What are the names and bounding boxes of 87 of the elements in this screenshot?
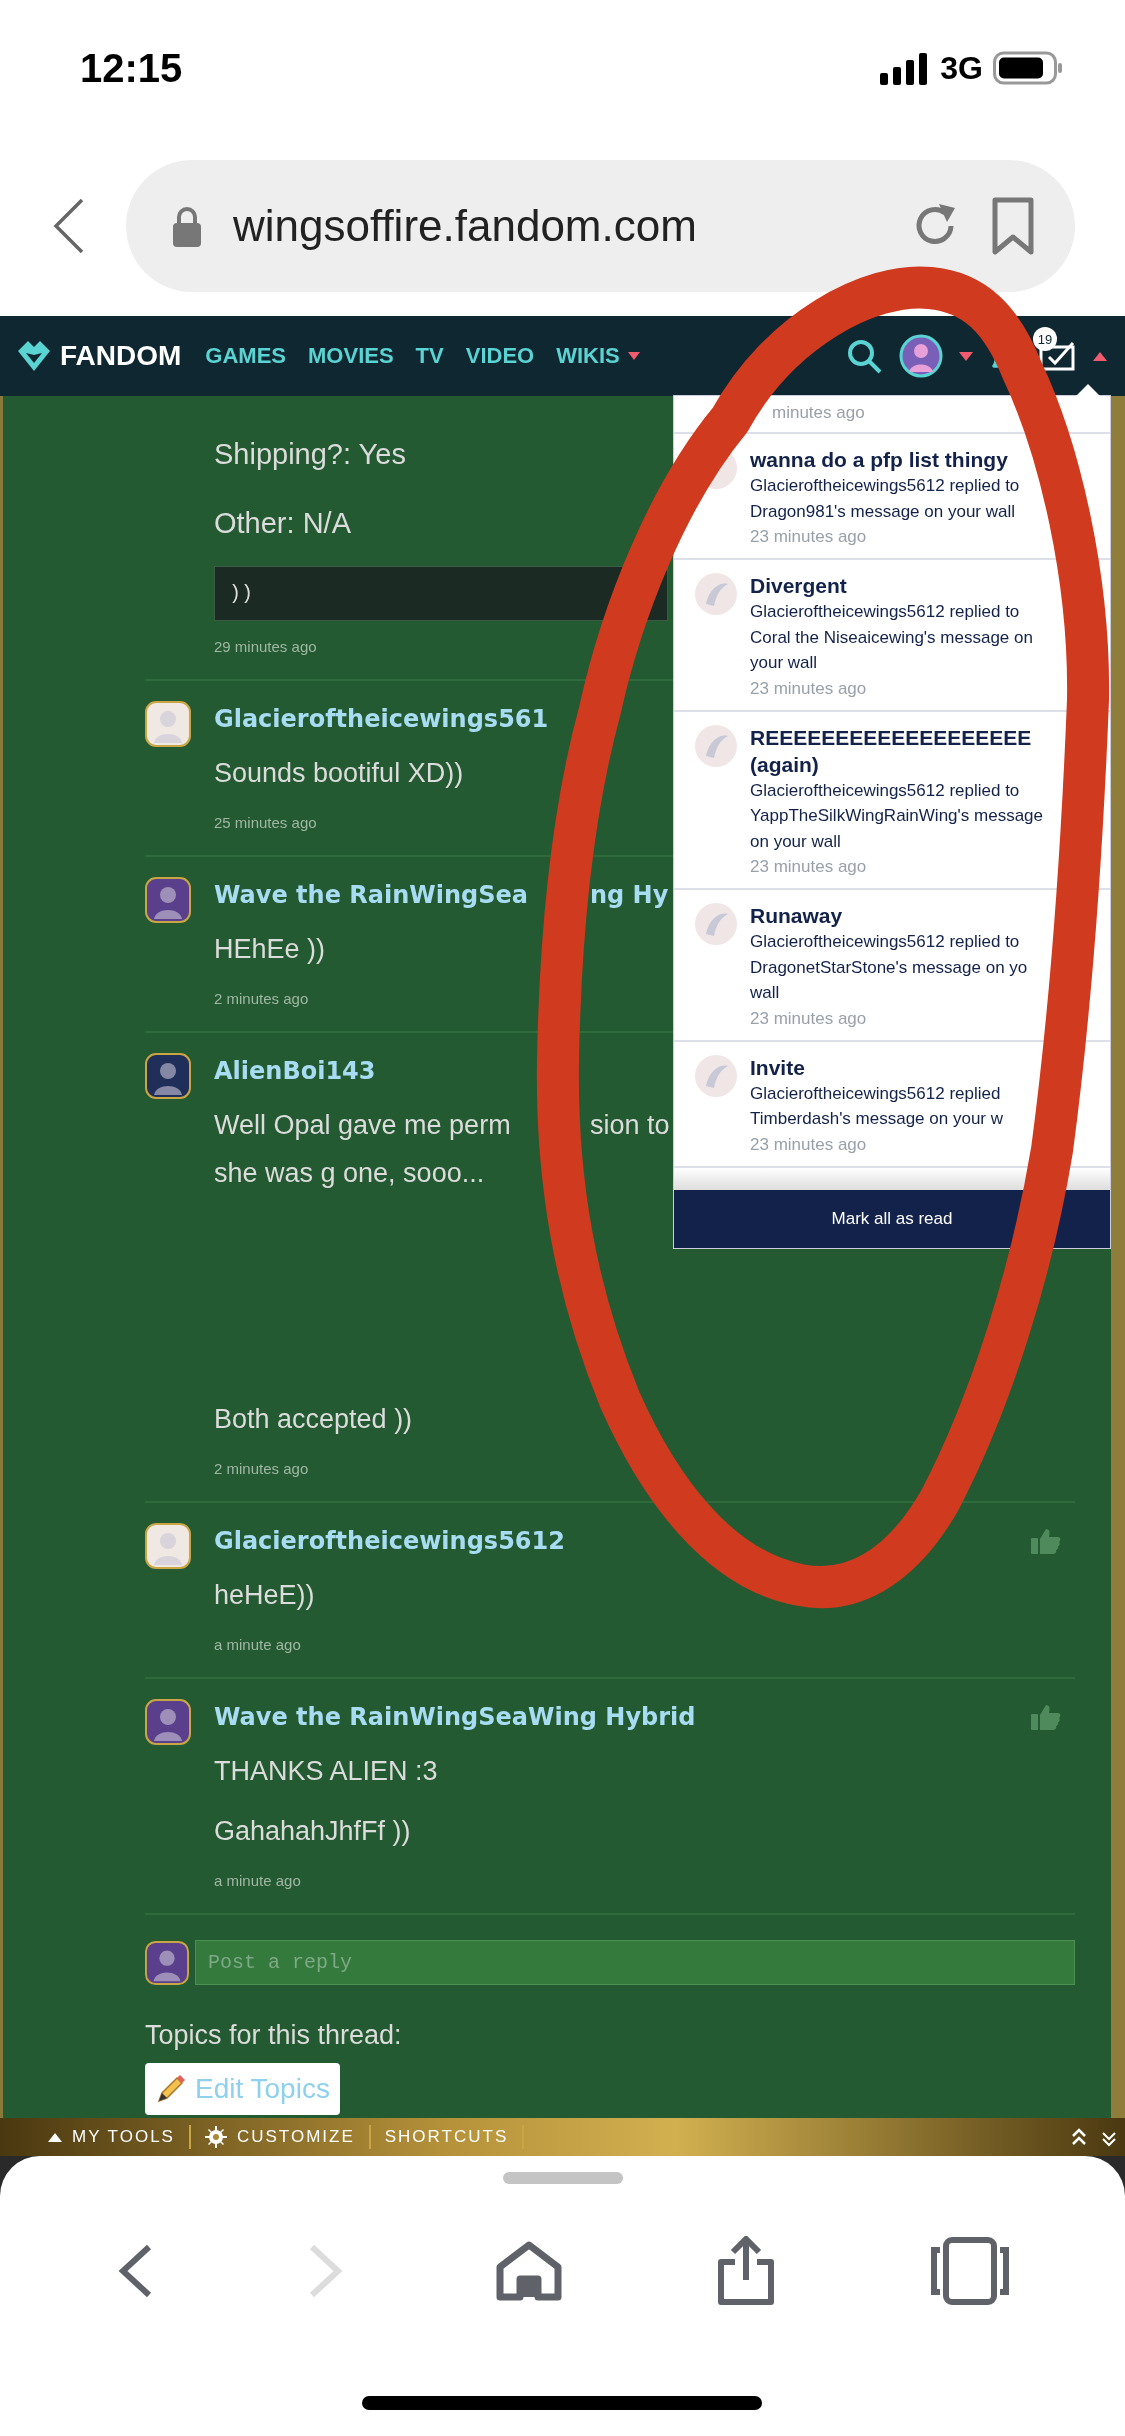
notification-text: YappTheSilkWingRainWing's message <box>750 805 1044 827</box>
notification-text: wall <box>750 982 781 1004</box>
notification-item[interactable]: REEEEEEEEEEEEEEEEEEE (again) Glacieroftheicewings5612 replied to YappTheSilkWingRainWing's message on your wall 23 minutes ago <box>674 711 1110 890</box>
post-text: GahahahJhfFf )) <box>214 1816 411 1846</box>
toolbar-button[interactable]: MY TOOLS <box>34 2125 191 2149</box>
post-text: Sounds bootiful XD)) <box>214 758 464 788</box>
bookmark-icon[interactable] <box>991 197 1035 255</box>
timestamp: 2 minutes ago <box>214 989 309 1009</box>
notification-title: wanna do a pfp list thingy <box>750 447 1009 473</box>
post-text: Both accepted )) <box>214 1404 413 1434</box>
post-text: Other: N/A <box>214 506 351 541</box>
logo-text[interactable]: FANDOM <box>60 340 182 372</box>
battery-icon <box>993 51 1063 85</box>
timestamp: a minute ago <box>214 1871 301 1891</box>
post-text: Well Opal gave me perm <box>214 1110 511 1140</box>
notification-title: Invite <box>750 1054 806 1081</box>
code-block: )) <box>214 566 668 621</box>
post-text: HEhEe )) <box>214 934 326 964</box>
caret-icon <box>627 352 640 360</box>
home-icon[interactable] <box>494 2241 565 2301</box>
topics-label: Topics for this thread: <box>145 2019 403 2052</box>
nav-link[interactable]: GAMES <box>205 343 286 369</box>
pencil-icon <box>155 2073 187 2105</box>
notification-text: Glacieroftheicewings5612 replied to <box>750 779 1021 802</box>
avatar <box>694 723 738 768</box>
notification-text: Timberdash's message on your w <box>750 1108 1004 1130</box>
timestamp: 23 minutes ago <box>750 677 868 700</box>
lock-icon <box>171 204 203 248</box>
notification-text: on your wall <box>750 830 842 853</box>
timestamp: 23 minutes ago <box>750 1133 868 1156</box>
notification-text: DragonetStarStone's message on yo <box>750 956 1029 979</box>
network-type: 3G <box>940 49 983 87</box>
avatar <box>694 572 738 616</box>
double-chevron-up-icon[interactable] <box>1071 2127 1087 2147</box>
timestamp: a minute ago <box>214 1635 301 1655</box>
avatar <box>694 1053 738 1098</box>
nav-link[interactable]: MOVIES <box>308 343 394 369</box>
reply-field[interactable]: Post a reply <box>195 1940 1075 1985</box>
notification-title: Divergent <box>750 573 848 599</box>
post-text: Shipping?: Yes <box>214 437 406 472</box>
timestamp: 23 minutes ago <box>750 856 868 878</box>
author-name[interactable]: Wave the RainWingSeaWing Hybrid <box>214 1703 696 1731</box>
avatar <box>694 902 738 946</box>
notification-text: Glacieroftheicewings5612 replied to <box>750 931 1021 953</box>
caret-icon[interactable] <box>959 351 973 361</box>
notification-text: Dragon981's message on your wall <box>750 500 1016 523</box>
nav-link[interactable]: TV <box>415 343 444 369</box>
notification-title: Runaway <box>750 903 844 929</box>
notification-text: Glacieroftheicewings5612 replied <box>750 1082 1002 1105</box>
thumbs-up-icon[interactable] <box>1031 1527 1061 1555</box>
notification-title: REEEEEEEEEEEEEEEEEEE (again) <box>750 724 1033 778</box>
clock: 12:15 <box>80 45 184 91</box>
avatar <box>145 1940 189 1985</box>
caret-icon <box>48 2132 62 2142</box>
timestamp: 23 minutes ago <box>750 1007 868 1030</box>
timestamp: 25 minutes ago <box>214 813 317 833</box>
post-text: heHeE)) <box>214 1580 315 1610</box>
author-name[interactable]: ng Hy <box>590 881 669 909</box>
timestamp: 23 minutes ago <box>750 526 868 548</box>
timestamp: 29 minutes ago <box>214 637 317 657</box>
notification-text: Coral the Niseaicewing's message on <box>750 626 1034 649</box>
timestamp: minutes ago <box>772 402 866 424</box>
url-text: wingsoffire.fandom.com <box>233 201 698 251</box>
notification-text: Glacieroftheicewings5612 replied to <box>750 475 1021 497</box>
notification-text: Glacieroftheicewings5612 replied to <box>750 601 1021 623</box>
nav-link[interactable]: WIKIS <box>556 343 640 369</box>
notification-text: your wall <box>750 652 819 674</box>
post-text: sion to <box>590 1110 670 1140</box>
message-count: 19 <box>1033 327 1057 351</box>
nav-link[interactable]: VIDEO <box>465 343 535 369</box>
user-avatar[interactable] <box>899 334 943 378</box>
author-name[interactable]: Glacieroftheicewings5612 <box>214 1527 565 1555</box>
sheet-handle[interactable] <box>503 2172 623 2184</box>
search-icon[interactable] <box>845 337 883 375</box>
notification-item[interactable]: Runaway Glacieroftheicewings5612 replied to DragonetStarStone's message on yo wall 23 minutes ago <box>674 890 1110 1042</box>
toolbar-button[interactable]: CUSTOMIZE <box>190 2125 371 2149</box>
timestamp: 2 minutes ago <box>214 1459 309 1479</box>
thumbs-up-icon[interactable] <box>1031 1703 1061 1731</box>
address-bar[interactable]: wingsoffire.fandom.com <box>126 160 1075 292</box>
author-name[interactable]: Wave the RainWingSea <box>214 881 528 909</box>
gear-icon <box>204 2126 227 2148</box>
author-name[interactable]: Glacieroftheicewings561 <box>214 705 549 733</box>
caret-icon[interactable] <box>1093 351 1107 361</box>
author-name[interactable]: AlienBoi143 <box>214 1057 376 1085</box>
post-text: she was g one, sooo... <box>214 1158 485 1188</box>
post-text: THANKS ALIEN :3 <box>214 1756 438 1786</box>
notification-item[interactable]: Divergent Glacieroftheicewings5612 replied to Coral the Niseaicewing's message on your wall 23 minutes ago <box>674 560 1110 712</box>
